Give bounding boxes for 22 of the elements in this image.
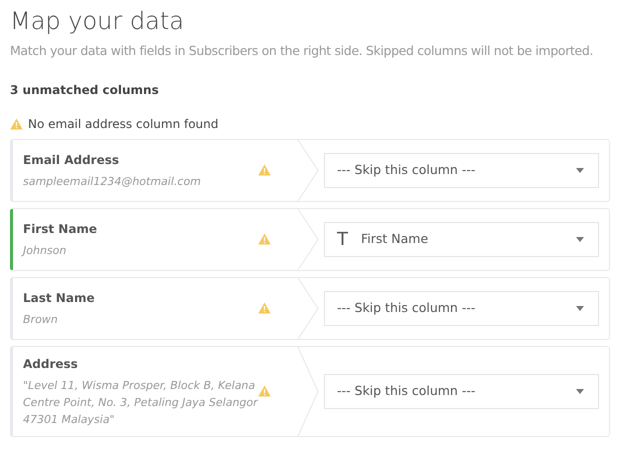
- page-description: Match your data with fields in Subscribers on the right side. Skipped columns will not be imported.: [10, 42, 594, 60]
- caret-icon: [576, 168, 584, 173]
- caret-icon: [576, 306, 584, 311]
- sample-value: sampleemail1234@hotmail.com: [23, 174, 202, 190]
- column-name: First Name: [23, 220, 98, 238]
- column-name: Last Name: [23, 290, 96, 307]
- column-name: Email Address: [23, 152, 120, 169]
- warning-icon: [10, 118, 23, 130]
- sample-value: Johnson: [23, 242, 68, 259]
- text-type-icon: T: [337, 226, 349, 253]
- caret-icon: [576, 388, 584, 394]
- field-select[interactable]: T First Name: [324, 222, 599, 257]
- unmatched-count: 3 unmatched columns: [10, 82, 160, 99]
- field-select[interactable]: --- Skip this column ---: [324, 152, 599, 188]
- field-select[interactable]: --- Skip this column ---: [324, 374, 599, 409]
- column-name: Address: [23, 356, 79, 373]
- sample-value: Brown: [23, 312, 59, 328]
- sample-value: "Level 11, Wisma Prosper, Block B, Kelana Centre Point, No. 3, Petaling Jaya Selangor 47301 Malaysia": [23, 378, 258, 428]
- caret-icon: [576, 236, 584, 242]
- page-title: Map your data: [10, 6, 185, 37]
- warning-message: No email address column found: [28, 116, 218, 133]
- field-select[interactable]: --- Skip this column ---: [324, 290, 599, 326]
